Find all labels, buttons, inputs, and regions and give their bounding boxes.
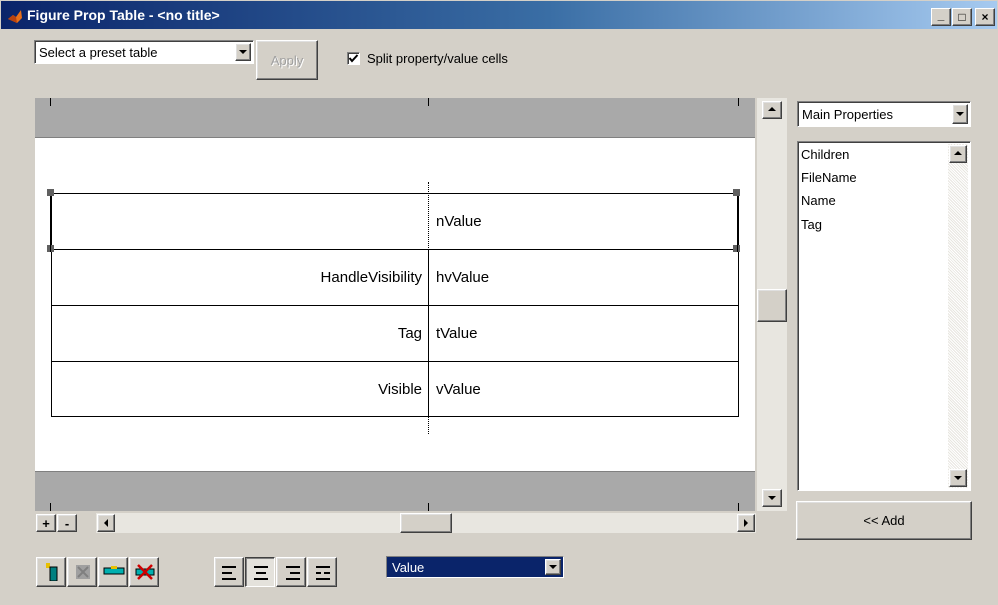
preset-table-select[interactable]: Select a preset table <box>34 40 254 64</box>
header-band <box>35 98 755 138</box>
table-row[interactable]: Visible vValue <box>52 362 738 416</box>
property-cell[interactable]: HandleVisibility <box>52 250 429 305</box>
list-item[interactable]: Children <box>801 147 849 162</box>
align-center-icon <box>254 566 268 580</box>
ruler-tick <box>50 98 51 106</box>
maximize-icon: □ <box>958 10 966 24</box>
property-cell[interactable] <box>52 194 429 249</box>
add-label: << Add <box>863 513 905 528</box>
horizontal-scroll-thumb[interactable] <box>400 513 452 533</box>
minimize-icon: _ <box>937 8 945 22</box>
property-cell[interactable]: Visible <box>52 362 429 416</box>
table-row[interactable]: nValue <box>52 194 738 250</box>
category-select-value: Main Properties <box>802 107 894 122</box>
vertical-scroll-thumb[interactable] <box>757 289 787 322</box>
insert-row-button[interactable] <box>36 557 66 587</box>
minus-icon: - <box>64 515 70 531</box>
add-row-button[interactable]: + <box>36 514 56 532</box>
arrow-left-icon <box>104 519 108 527</box>
insert-row-icon <box>46 563 58 581</box>
ruler-tick <box>738 98 739 106</box>
scroll-left-button[interactable] <box>97 514 115 532</box>
value-cell[interactable]: tValue <box>430 306 738 361</box>
scroll-up-button[interactable] <box>762 101 782 119</box>
maximize-button[interactable]: □ <box>952 8 972 26</box>
selection-handle[interactable] <box>47 189 54 196</box>
ruler-tick <box>738 503 739 511</box>
arrow-down-icon <box>768 496 776 500</box>
list-scroll-down-button[interactable] <box>949 469 967 487</box>
ruler-tick <box>428 503 429 511</box>
align-right-icon <box>286 566 300 580</box>
minimize-button[interactable]: _ <box>931 8 951 26</box>
plus-icon: + <box>42 515 50 531</box>
value-cell[interactable]: vValue <box>430 362 738 416</box>
close-icon: × <box>981 10 989 24</box>
selection-handle[interactable] <box>733 189 740 196</box>
chevron-down-icon[interactable] <box>235 43 251 61</box>
remove-row-button[interactable]: - <box>57 514 77 532</box>
list-item[interactable]: Tag <box>801 217 822 232</box>
table-row[interactable]: HandleVisibility hvValue <box>52 250 738 306</box>
list-item[interactable]: FileName <box>801 170 857 185</box>
split-cells-checkbox[interactable] <box>347 52 360 65</box>
matlab-logo-icon <box>8 10 22 23</box>
chevron-down-icon[interactable] <box>952 104 968 124</box>
apply-button[interactable]: Apply <box>256 40 318 80</box>
table-row[interactable]: Tag tValue <box>52 306 738 362</box>
arrow-right-icon <box>744 519 748 527</box>
delete-table-button[interactable] <box>129 557 159 587</box>
selection-edge <box>737 196 738 252</box>
list-item[interactable]: Name <box>801 193 836 208</box>
property-cell[interactable]: Tag <box>52 306 429 361</box>
ruler-tick <box>428 98 429 106</box>
chevron-down-icon[interactable] <box>545 559 561 575</box>
value-cell[interactable]: hvValue <box>430 250 738 305</box>
scroll-right-button[interactable] <box>737 514 755 532</box>
delete-row-button[interactable] <box>67 557 97 587</box>
value-select-value: Value <box>392 560 425 575</box>
arrow-up-icon <box>954 151 962 155</box>
align-justify-icon <box>316 566 330 580</box>
list-scroll-up-button[interactable] <box>949 145 967 163</box>
preset-select-value: Select a preset table <box>39 45 158 60</box>
add-property-button[interactable]: << Add <box>796 501 972 540</box>
property-list[interactable]: Children FileName Name Tag <box>797 141 971 491</box>
align-right-button[interactable] <box>276 557 306 587</box>
align-justify-button[interactable] <box>307 557 337 587</box>
delete-row-icon <box>76 565 90 579</box>
align-left-button[interactable] <box>214 557 244 587</box>
arrow-down-icon <box>954 476 962 480</box>
merge-cells-icon <box>103 566 125 575</box>
arrow-up-icon <box>768 107 776 111</box>
checkmark-icon <box>348 54 359 63</box>
title-bar[interactable]: Figure Prop Table - <no title> _ □ × <box>0 0 998 30</box>
scroll-down-button[interactable] <box>762 489 782 507</box>
close-button[interactable]: × <box>975 8 995 26</box>
footer-band <box>35 471 755 511</box>
property-category-select[interactable]: Main Properties <box>797 101 971 127</box>
selection-edge <box>50 196 51 252</box>
column-value-select[interactable]: Value <box>386 556 564 578</box>
split-cells-label[interactable]: Split property/value cells <box>367 51 508 66</box>
align-left-icon <box>222 566 236 580</box>
window-title: Figure Prop Table - <no title> <box>27 7 220 23</box>
apply-label: Apply <box>270 52 304 68</box>
ruler-tick <box>50 503 51 511</box>
merge-cells-button[interactable] <box>98 557 128 587</box>
align-center-button[interactable] <box>245 557 275 587</box>
delete-table-icon <box>135 564 155 580</box>
property-table[interactable]: nValue HandleVisibility hvValue Tag tVal… <box>51 193 739 417</box>
value-cell[interactable]: nValue <box>430 194 738 249</box>
list-scrollbar[interactable] <box>948 144 968 488</box>
